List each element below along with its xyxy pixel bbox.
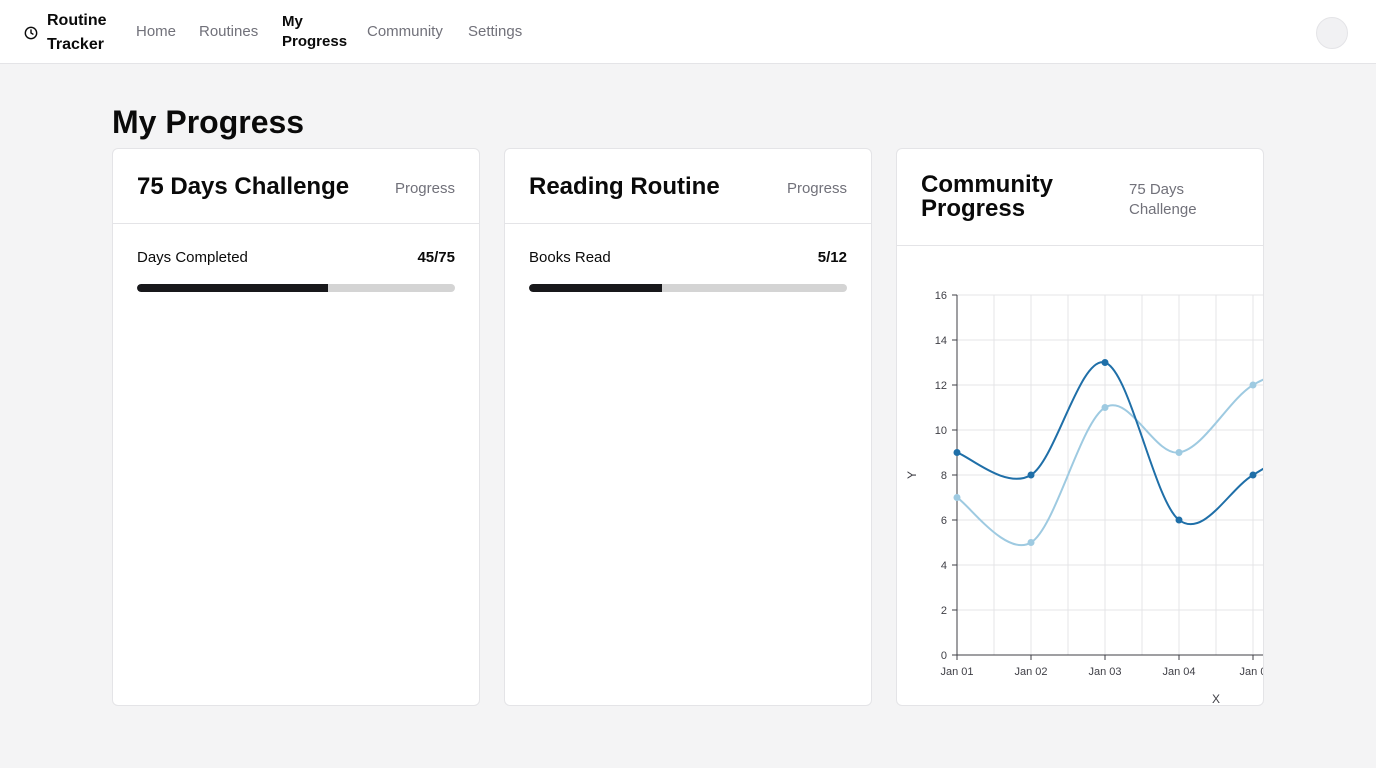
x-tick-label: Jan 01 (940, 666, 973, 678)
progress-bar-fill (529, 284, 662, 292)
x-tick-label: Jan 03 (1088, 666, 1121, 678)
card-header: 75 Days Challenge Progress (113, 149, 479, 224)
community-line-chart: 0 2 4 6 8 10 12 14 16 Jan 01 Jan 02 Jan 03 Jan 04 Jan… (897, 247, 1263, 706)
y-tick-label: 6 (941, 515, 947, 527)
series-2-point (1249, 381, 1257, 389)
y-tick-label: 2 (941, 605, 947, 617)
series-2-point (1027, 539, 1035, 546)
progress-bar (137, 284, 455, 292)
card-reading-routine: Reading Routine Progress Books Read 5/12 (504, 148, 872, 706)
brand-name: Routine Tracker (47, 12, 107, 53)
card-title: Reading Routine (529, 173, 720, 200)
card-tag: 75 Days Challenge (1129, 181, 1197, 218)
clock-icon (24, 26, 38, 40)
series-1-point (1175, 516, 1183, 524)
series-1-point (1249, 471, 1257, 479)
series-2-point (953, 494, 961, 501)
progress-bar-fill (137, 284, 328, 292)
card-75-days-challenge: 75 Days Challenge Progress Days Complete… (112, 148, 480, 706)
y-tick-label: 4 (941, 560, 947, 572)
nav-my-progress[interactable]: My Progress (282, 12, 352, 52)
stat-value: 45/75 (417, 249, 455, 266)
card-tag: Progress (786, 180, 847, 197)
stat-row: Days Completed 45/75 (137, 249, 455, 266)
series-line-1 (956, 361, 1263, 526)
y-tick-label: 16 (935, 290, 947, 302)
top-navigation-bar: Routine Tracker Home Routines My Progres… (0, 0, 1376, 64)
series-1-point (1027, 471, 1035, 479)
y-tick-label: 12 (935, 380, 947, 392)
user-avatar[interactable] (1316, 17, 1348, 49)
series-2-point (1101, 404, 1109, 411)
card-tag: Progress (394, 180, 455, 197)
series-line-2 (956, 378, 1263, 547)
x-axis-label: X (1212, 692, 1220, 706)
stat-label: Days Completed (137, 249, 248, 266)
progress-bar (529, 284, 847, 292)
stat-label: Books Read (529, 249, 611, 266)
x-tick-label: Jan 02 (1014, 666, 1047, 678)
nav-community[interactable]: Community (367, 22, 443, 42)
brand[interactable]: Routine Tracker (24, 9, 113, 57)
x-tick-label: Jan 0 (1240, 666, 1263, 678)
y-tick-label: 0 (941, 650, 947, 662)
stat-value: 5/12 (817, 249, 847, 266)
nav-routines[interactable]: Routines (199, 22, 258, 42)
y-tick-label: 14 (935, 335, 947, 347)
nav-home[interactable]: Home (136, 22, 176, 42)
card-title: 75 Days Challenge (137, 173, 350, 200)
y-tick-label: 8 (941, 470, 947, 482)
y-axis-label: Y (905, 471, 919, 479)
page-title: My Progress (112, 104, 305, 140)
chart-svg: 0 2 4 6 8 10 12 14 16 Jan 01 Jan 02 Jan 03 Jan 04 Jan… (905, 290, 1263, 706)
y-tick-label: 10 (935, 425, 947, 437)
x-tick-label: Jan 04 (1162, 666, 1195, 678)
card-community-progress: Community Progress 75 Days Challenge 0 2 4… (896, 148, 1264, 706)
card-header: Reading Routine Progress (505, 149, 871, 224)
card-title: Community Progress (921, 171, 1053, 222)
series-1-point (1101, 359, 1109, 366)
series-1-point (953, 449, 961, 456)
nav-settings[interactable]: Settings (468, 22, 522, 42)
card-header: Community Progress 75 Days Challenge (897, 149, 1263, 246)
series-2-point (1175, 449, 1183, 456)
stat-row: Books Read 5/12 (529, 249, 847, 266)
